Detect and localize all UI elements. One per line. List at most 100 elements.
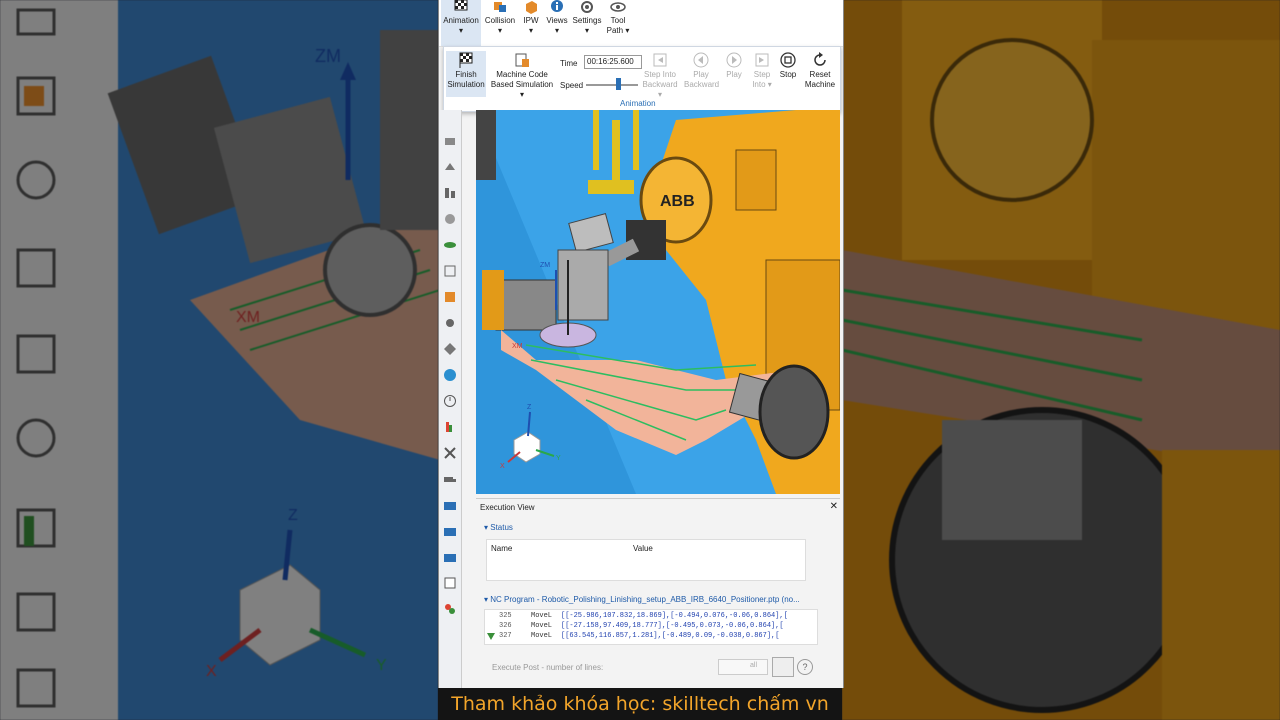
column-value-header[interactable]: Value (633, 544, 653, 553)
stop-label: Stop (779, 70, 797, 79)
clock-icon[interactable] (443, 394, 457, 408)
settings-label: Settings (572, 16, 602, 25)
ipw-button[interactable]: IPW ▾ (519, 0, 543, 36)
part-icon[interactable] (443, 160, 457, 174)
mcbs-label-2: Based Simulation ▾ (490, 80, 554, 99)
nc-line-number: 327 (499, 632, 512, 640)
nc-line-args: [[63.545,116.857,1.281],[-0.489,0.09,-0.… (561, 632, 780, 640)
column-name-header[interactable]: Name (491, 544, 512, 553)
speed-slider-track[interactable] (586, 84, 638, 86)
stock-icon[interactable] (443, 134, 457, 148)
bg-axis-xm: XM (236, 309, 260, 326)
ipw-label: IPW (523, 16, 539, 25)
play-button[interactable]: Play (720, 51, 748, 80)
reset-machine-button[interactable]: Reset Machine (802, 51, 838, 90)
axis-zm-label: ZM (540, 262, 550, 269)
reset-label-1: Reset (809, 70, 831, 79)
machine-code-based-simulation-button[interactable]: Machine Code Based Simulation ▾ (488, 51, 556, 100)
report-icon[interactable] (443, 576, 457, 590)
play-label: Play (726, 70, 742, 79)
step-back-label-1: Step Into (643, 70, 677, 79)
visibility-icon[interactable] (443, 238, 457, 252)
bg-triad-z: Z (288, 507, 298, 524)
views-button[interactable]: Views ▾ (545, 0, 569, 36)
collision-label: Collision (484, 16, 516, 25)
orange-part-icon[interactable] (443, 290, 457, 304)
nc-line-command: MoveL (531, 612, 553, 620)
course-banner: Tham khảo khóa học: skilltech chấm vn (438, 688, 842, 720)
nc-program-list[interactable]: 325 MoveL [[-25.986,107.832,18.869],[-0.… (484, 609, 818, 645)
settings-button[interactable]: Settings ▾ (571, 0, 603, 36)
execute-post-button[interactable] (772, 657, 794, 677)
status-section-header[interactable]: ▾ Status (484, 523, 513, 532)
reset-label-2: Machine (804, 80, 836, 89)
step-back-label-2: Backward ▾ (642, 80, 678, 99)
current-line-arrow-icon (487, 633, 495, 640)
bg-triad-x: X (206, 663, 217, 680)
collision-icon (494, 2, 506, 12)
bg-triad-y: Y (376, 657, 387, 674)
tools-icon[interactable] (443, 446, 457, 460)
cam-application-window: Animation ▾ Collision ▾ IPW ▾ Views ▾ Se… (438, 0, 844, 688)
checkered-flag-icon (454, 0, 468, 11)
finish-flag-icon (459, 52, 473, 68)
3d-viewport[interactable]: ABB ZM XM Z X Y (476, 110, 840, 494)
animation-dropdown-arrow: ▾ (458, 26, 463, 35)
finish-simulation-button[interactable]: Finish Simulation (446, 51, 486, 97)
animation-label: Animation (443, 16, 479, 25)
nc-program-header[interactable]: ▾ NC Program - Robotic_Polishing_Linishi… (484, 595, 800, 604)
nc-line-args: [[-25.986,107.832,18.869],[-0.494,0.076,… (561, 612, 788, 620)
collision-button[interactable]: Collision ▾ (483, 0, 517, 36)
time-field[interactable]: 00:16:25.600 (584, 55, 642, 69)
step-into-label-2: Into ▾ (752, 80, 772, 89)
animation-button[interactable]: Animation ▾ (441, 0, 481, 46)
play-backward-button[interactable]: Play Backward (684, 51, 720, 90)
ipw-dropdown-arrow: ▾ (528, 26, 533, 35)
close-icon[interactable]: ✕ (830, 501, 838, 512)
step-into-backward-button[interactable]: Step Into Backward ▾ (640, 51, 680, 100)
execute-post-label: Execute Post - number of lines: (492, 663, 604, 672)
robot-icon[interactable] (443, 316, 457, 330)
finish-label-2: Simulation (447, 80, 485, 89)
mcbs-label-1: Machine Code (496, 70, 548, 79)
folder-icon-2[interactable] (443, 524, 457, 538)
folder-icon-3[interactable] (443, 550, 457, 564)
step-into-button[interactable]: Step Into ▾ (750, 51, 774, 90)
triad-x-label: X (500, 463, 505, 470)
tool-path-button[interactable]: Tool Path ▾ (605, 0, 631, 36)
robot-logo: ABB (660, 193, 695, 210)
palette-icon[interactable] (443, 602, 457, 616)
execution-view-panel: Execution View ✕ ▾ Status Name Value ▾ N… (476, 498, 840, 688)
ribbon-toolbar: Animation ▾ Collision ▾ IPW ▾ Views ▾ Se… (439, 0, 843, 47)
settings-gear-icon (581, 1, 593, 13)
views-info-icon (551, 0, 563, 12)
truck-icon[interactable] (443, 472, 457, 486)
collision-dropdown-arrow: ▾ (497, 26, 502, 35)
nc-line-number: 326 (499, 622, 512, 630)
play-back-label-2: Backward (684, 80, 720, 89)
views-dropdown-arrow: ▾ (554, 26, 559, 35)
tool-path-label: Tool (610, 16, 626, 25)
color-analysis-icon[interactable] (443, 420, 457, 434)
stop-button[interactable]: Stop (776, 51, 800, 80)
nc-line-args: [[-27.158,97.409,18.777],[-0.495,0.073,-… (561, 622, 784, 630)
time-label: Time (560, 59, 578, 68)
animation-ribbon-panel: Finish Simulation Machine Code Based Sim… (443, 46, 841, 112)
workcell-icon[interactable] (443, 342, 457, 356)
globe-icon[interactable] (443, 368, 457, 382)
tool-icon[interactable] (443, 212, 457, 226)
tool-path-eye-icon (610, 2, 626, 12)
speed-label: Speed (560, 81, 584, 90)
fixture-icon[interactable] (443, 186, 457, 200)
left-toolbar (439, 110, 462, 688)
number-of-lines-input[interactable] (718, 659, 768, 675)
triad-y-label: Y (556, 455, 561, 462)
help-icon[interactable]: ? (797, 659, 813, 675)
speed-slider-thumb[interactable] (616, 78, 621, 90)
folder-icon-1[interactable] (443, 498, 457, 512)
nc-line-number: 325 (499, 612, 512, 620)
nc-line-command: MoveL (531, 632, 553, 640)
machine-icon[interactable] (443, 264, 457, 278)
nc-line-command: MoveL (531, 622, 553, 630)
play-icon (726, 52, 742, 68)
